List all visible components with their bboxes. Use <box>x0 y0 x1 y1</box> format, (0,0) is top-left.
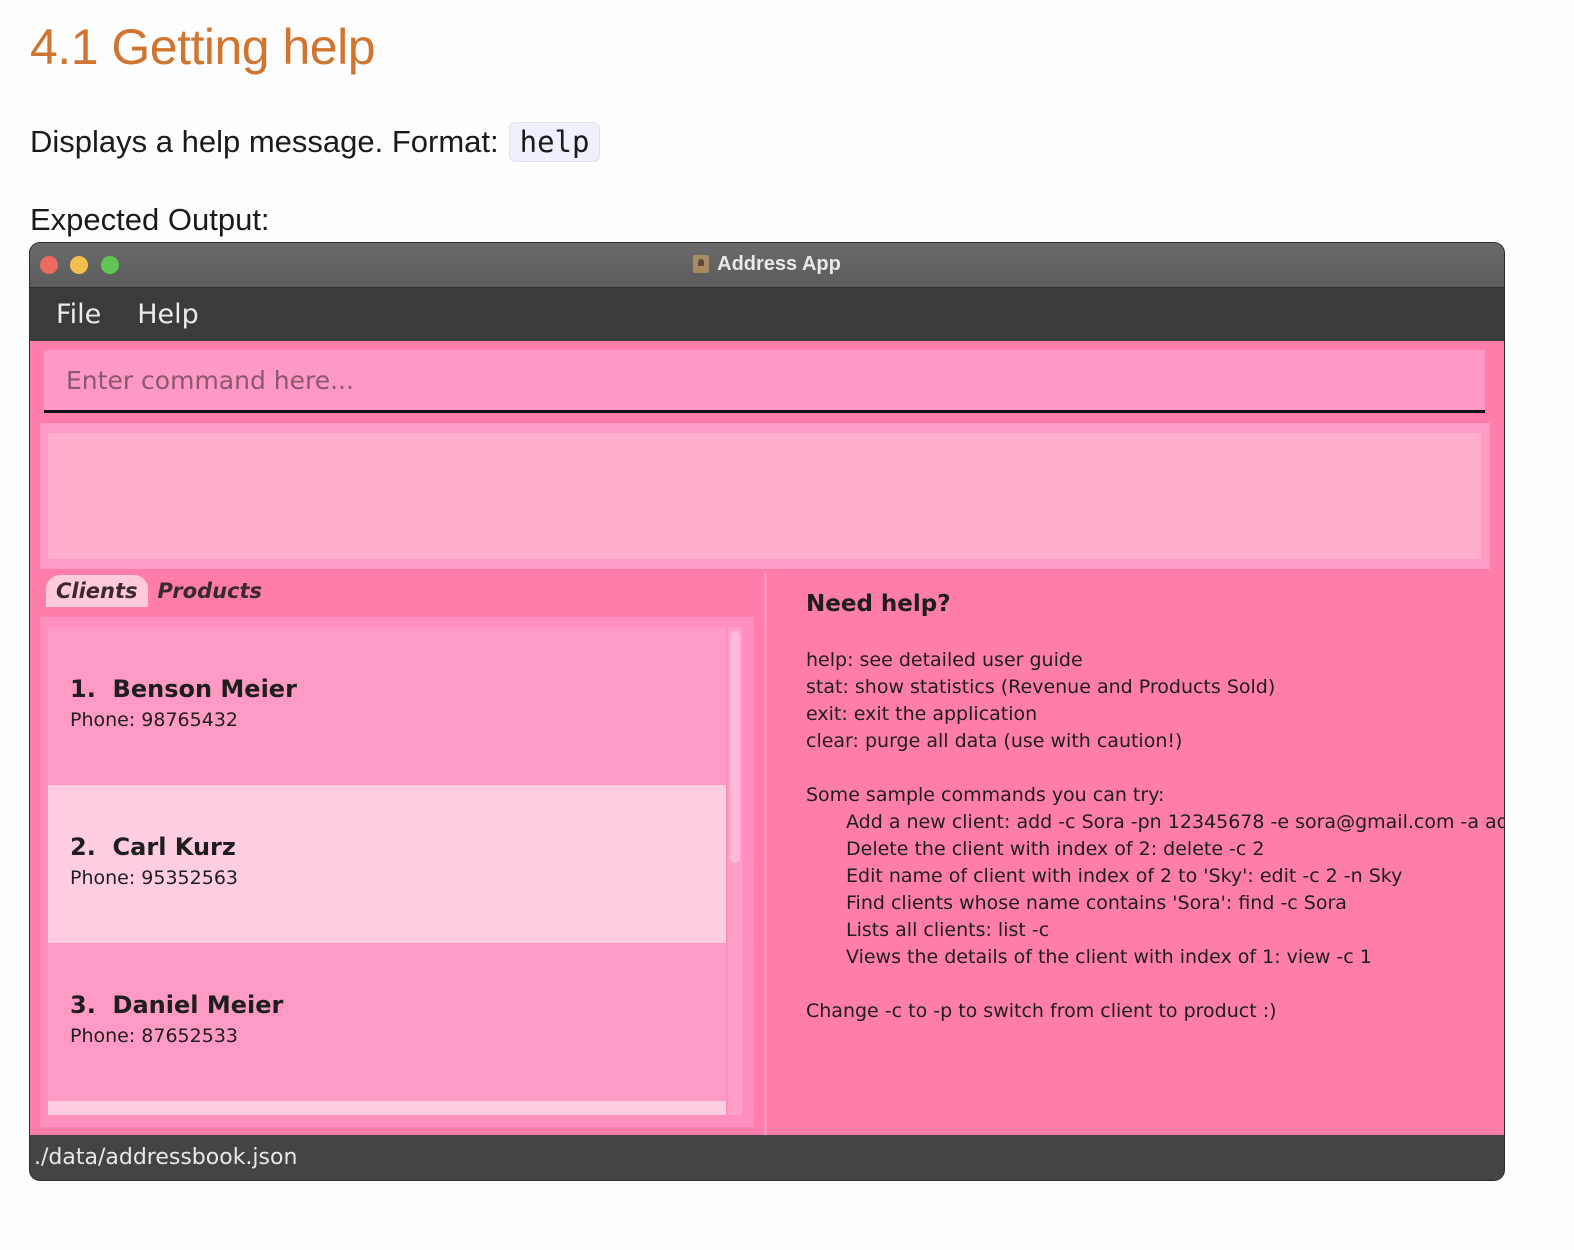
sample-heading: Some sample commands you can try: <box>806 784 1165 806</box>
client-name: 2. Carl Kurz <box>70 833 236 861</box>
client-phone: Phone: 87652533 <box>70 1025 239 1047</box>
menu-file[interactable]: File <box>56 299 101 330</box>
client-card[interactable]: 3. Daniel Meier Phone: 87652533 <box>48 943 726 1101</box>
client-card[interactable]: 1. Benson Meier Phone: 98765432 <box>48 627 726 785</box>
app-window: Address App File Help Clients Products 1… <box>30 243 1504 1180</box>
list-scrollbar[interactable] <box>728 627 742 1115</box>
client-list-panel: 1. Benson Meier Phone: 98765432 2. Carl … <box>40 617 754 1127</box>
sample-command: Find clients whose name contains 'Sora':… <box>846 892 1347 914</box>
window-title: Address App <box>30 253 1504 276</box>
client-phone: Phone: 98765432 <box>70 709 239 731</box>
expected-output-label: Expected Output: <box>30 202 270 237</box>
client-name: 3. Daniel Meier <box>70 991 284 1019</box>
help-title: Need help? <box>806 591 951 617</box>
sample-command: Lists all clients: list -c <box>846 919 1050 941</box>
sample-command: Add a new client: add -c Sora -pn 123456… <box>846 811 1504 833</box>
menu-bar: File Help <box>30 288 1504 341</box>
title-bar: Address App <box>30 243 1504 288</box>
help-command: stat: show statistics (Revenue and Produ… <box>806 676 1276 698</box>
format-code: help <box>508 122 601 162</box>
command-input[interactable] <box>44 350 1485 410</box>
status-bar: ./data/addressbook.json <box>30 1135 1504 1180</box>
help-footer: Change -c to -p to switch from client to… <box>806 1000 1277 1022</box>
list-tabs: Clients Products <box>46 573 272 609</box>
help-command: clear: purge all data (use with caution!… <box>806 730 1183 752</box>
address-book-icon <box>693 255 710 273</box>
sample-command: Edit name of client with index of 2 to '… <box>846 865 1403 887</box>
tab-products[interactable]: Products <box>148 575 273 607</box>
client-card-partial[interactable] <box>48 1101 726 1115</box>
client-card[interactable]: 2. Carl Kurz Phone: 95352563 <box>48 785 726 943</box>
tab-clients[interactable]: Clients <box>46 575 148 607</box>
result-display <box>48 433 1481 559</box>
main-content: Clients Products 1. Benson Meier Phone: … <box>30 341 1504 1135</box>
section-heading: 4.1 Getting help <box>30 19 376 75</box>
scrollbar-thumb[interactable] <box>730 631 740 863</box>
client-list[interactable]: 1. Benson Meier Phone: 98765432 2. Carl … <box>48 627 726 1115</box>
client-phone: Phone: 95352563 <box>70 867 239 889</box>
sample-command: Delete the client with index of 2: delet… <box>846 838 1265 860</box>
panel-divider[interactable] <box>764 573 767 1135</box>
menu-help[interactable]: Help <box>137 299 199 330</box>
help-command: exit: exit the application <box>806 703 1038 725</box>
help-command: help: see detailed user guide <box>806 649 1083 671</box>
data-file-path: ./data/addressbook.json <box>34 1145 298 1170</box>
help-panel: Need help? help: see detailed user guide… <box>806 591 1504 1025</box>
client-name: 1. Benson Meier <box>70 675 297 703</box>
sample-command: Views the details of the client with ind… <box>846 946 1372 968</box>
description-line: Displays a help message. Format: help <box>30 122 601 162</box>
description-text: Displays a help message. Format: <box>30 124 499 159</box>
command-box <box>44 350 1485 413</box>
window-title-text: Address App <box>717 253 841 275</box>
